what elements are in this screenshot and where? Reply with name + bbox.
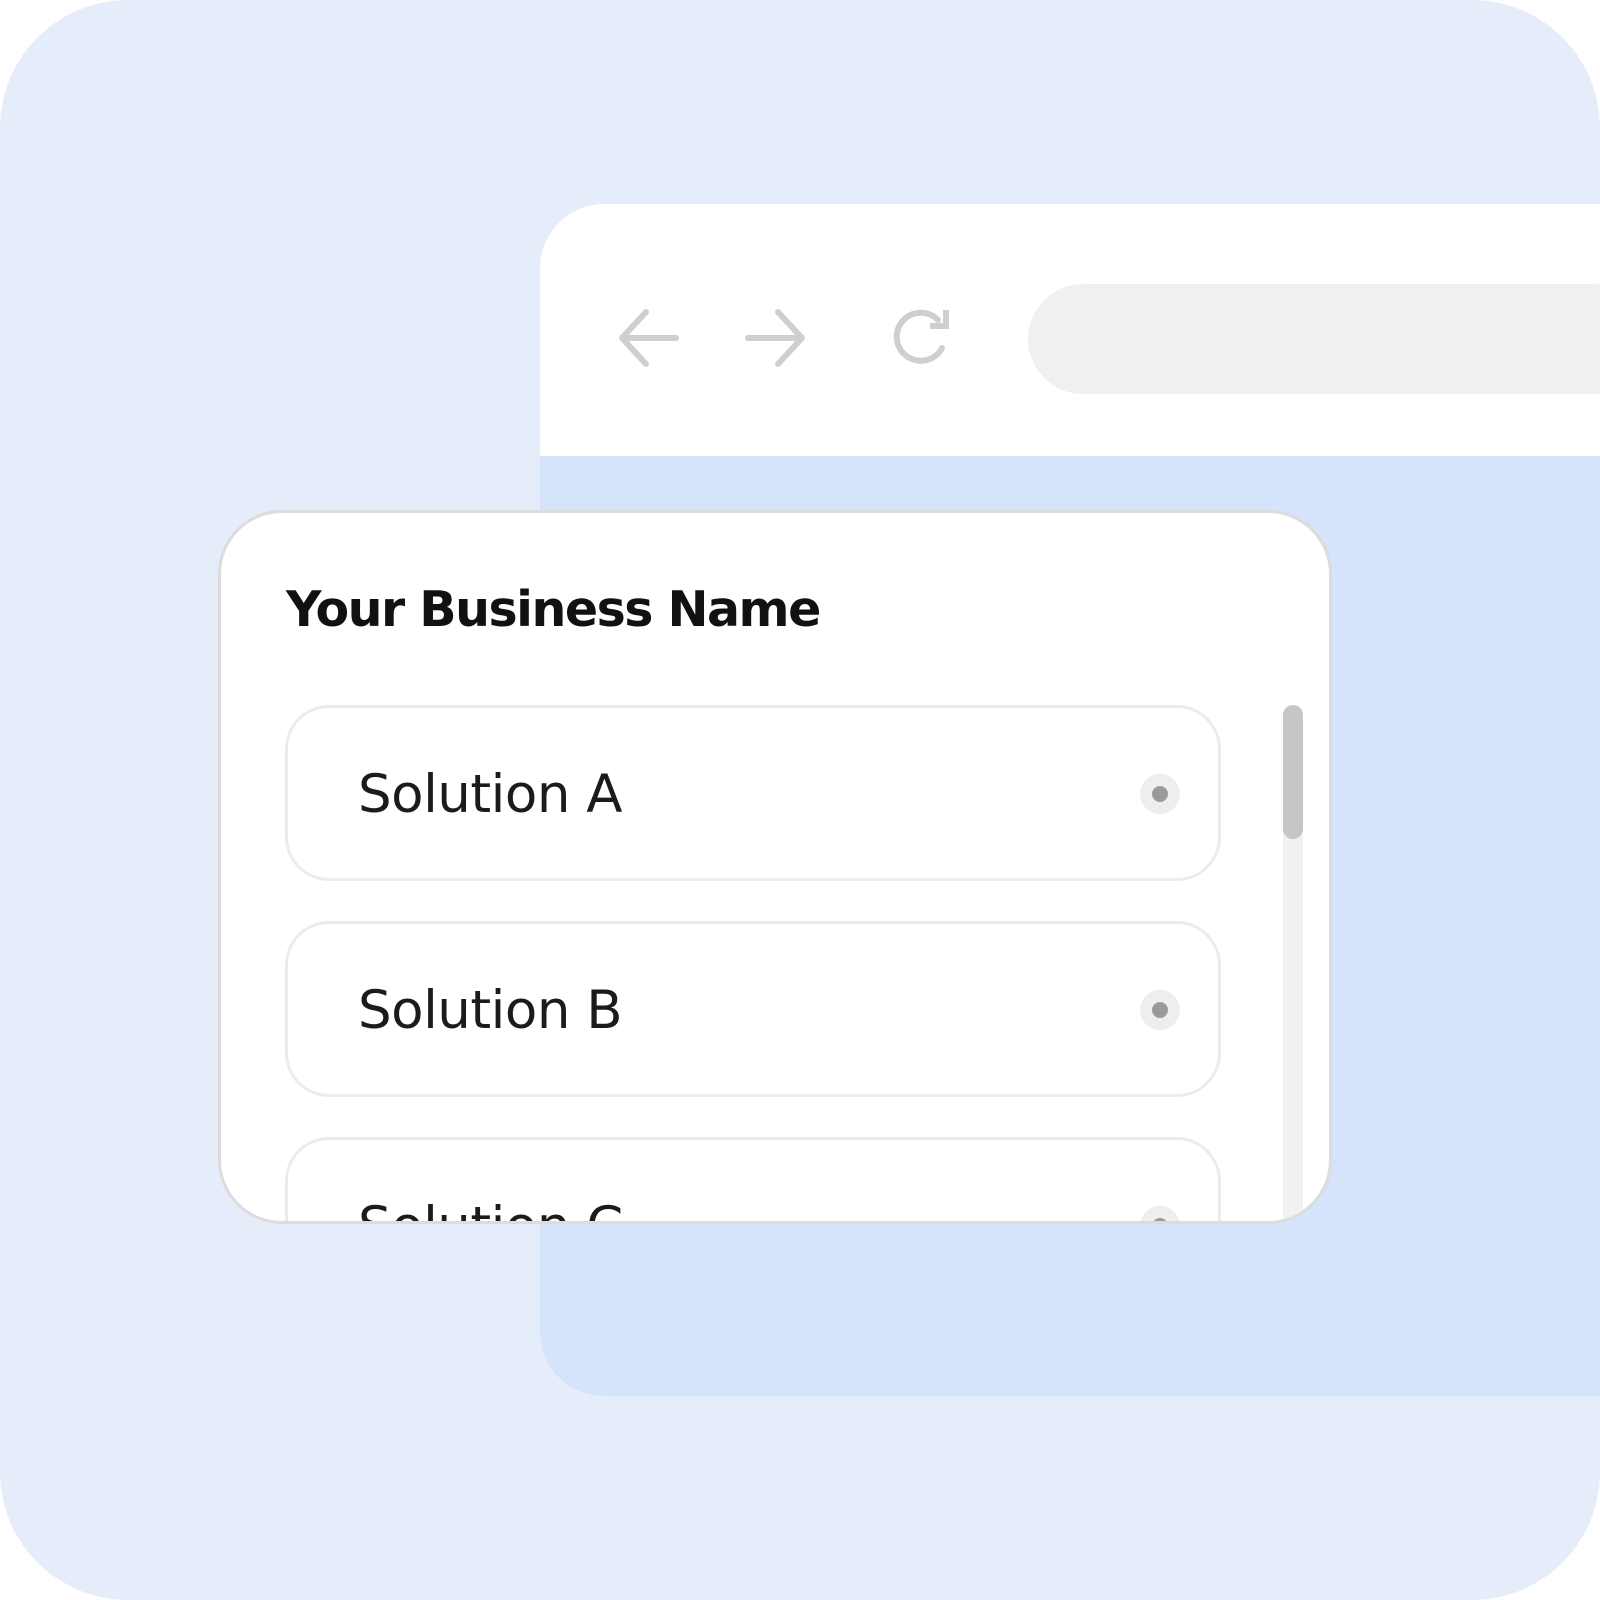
option-label: Solution A bbox=[358, 764, 623, 825]
option-solution-a[interactable]: Solution A bbox=[285, 705, 1221, 881]
scrollbar-thumb[interactable] bbox=[1283, 705, 1303, 839]
reload-icon[interactable] bbox=[890, 306, 954, 370]
option-solution-c[interactable]: Solution C bbox=[285, 1137, 1221, 1221]
option-label: Solution C bbox=[358, 1196, 623, 1221]
radio-button[interactable] bbox=[1140, 990, 1180, 1030]
business-card: Your Business Name Solution A Solution B… bbox=[218, 510, 1332, 1224]
arrow-right-icon[interactable] bbox=[742, 306, 806, 370]
canvas: Your Business Name Solution A Solution B… bbox=[0, 0, 1600, 1600]
radio-button[interactable] bbox=[1140, 1206, 1180, 1221]
option-solution-b[interactable]: Solution B bbox=[285, 921, 1221, 1097]
radio-button[interactable] bbox=[1140, 774, 1180, 814]
radio-dot-icon bbox=[1152, 1002, 1168, 1018]
arrow-left-icon[interactable] bbox=[618, 306, 682, 370]
address-bar[interactable] bbox=[1028, 284, 1600, 394]
card-title: Your Business Name bbox=[286, 581, 821, 638]
radio-dot-icon bbox=[1152, 786, 1168, 802]
scrollbar-track[interactable] bbox=[1283, 705, 1303, 1221]
radio-dot-icon bbox=[1152, 1218, 1168, 1221]
option-label: Solution B bbox=[358, 980, 623, 1041]
